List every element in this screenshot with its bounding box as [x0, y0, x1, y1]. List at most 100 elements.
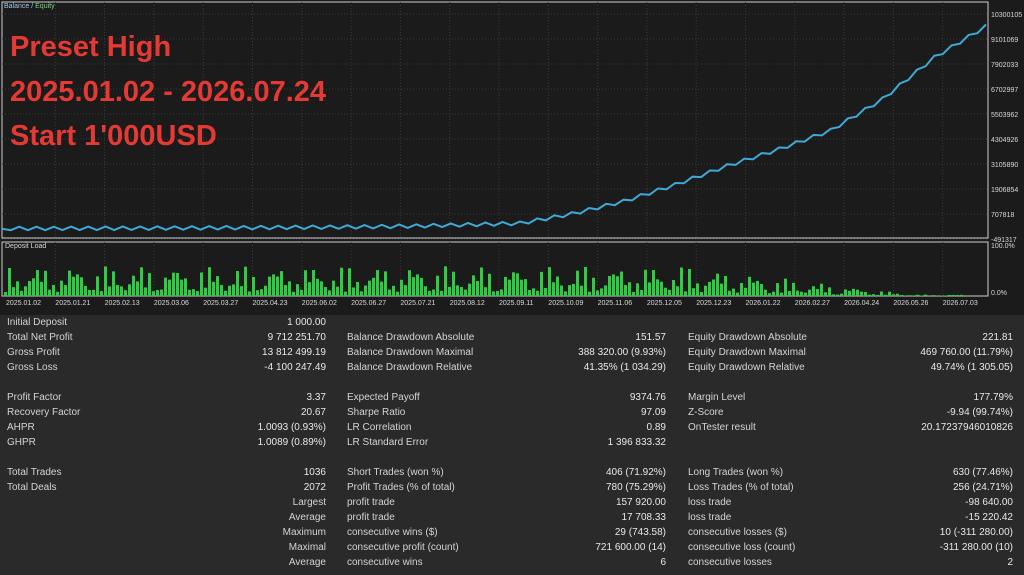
- deposit-load-bar: [116, 284, 119, 296]
- deposit-load-bar: [424, 286, 427, 296]
- deposit-load-bar: [932, 295, 935, 296]
- deposit-load-bar: [448, 286, 451, 296]
- extra-key: Average: [288, 512, 326, 523]
- deposit-load-bar: [912, 295, 915, 296]
- deposit-load-bar: [28, 280, 31, 296]
- deposit-load-bar: [192, 289, 195, 296]
- extra-label: loss trade: [688, 497, 732, 508]
- deposit-load-bar: [760, 284, 763, 296]
- deposit-load-bar: [284, 285, 287, 296]
- stat-label: GHPR: [7, 437, 36, 448]
- extra-value: 29 (743.58): [614, 527, 666, 538]
- deposit-load-bar: [416, 274, 419, 296]
- deposit-load-bar: [288, 281, 291, 296]
- extra-value: -311 280.00 (10): [939, 542, 1013, 553]
- deposit-load-bar: [432, 289, 435, 296]
- deposit-load-bar: [92, 289, 95, 296]
- stat-label: Gross Loss: [7, 362, 58, 373]
- extra-value: 157 920.00: [615, 497, 666, 508]
- deposit-load-bar: [200, 272, 203, 296]
- stat-label: Total Trades: [7, 467, 62, 478]
- deposit-load-bar: [356, 281, 359, 296]
- deposit-load-bar: [60, 280, 63, 296]
- deposit-load-bar: [408, 270, 411, 296]
- deposit-load-bar: [796, 290, 799, 296]
- stats-row-extra: Maximum consecutive wins ($) 29 (743.58) co…: [0, 525, 1024, 540]
- deposit-load-bar: [512, 272, 515, 296]
- deposit-load-bar: [292, 291, 295, 296]
- deposit-load-bar: [616, 276, 619, 296]
- extra-value: 2: [1007, 557, 1013, 568]
- deposit-load-bar: [704, 285, 707, 296]
- stat-label: Balance Drawdown Relative: [347, 362, 473, 373]
- deposit-load-bar: [40, 281, 43, 296]
- deposit-load-bar: [800, 291, 803, 296]
- extra-value: 10 (-311 280.00): [939, 527, 1013, 538]
- deposit-load-bar: [864, 291, 867, 296]
- deposit-load-bar: [504, 276, 507, 296]
- stat-label: Margin Level: [688, 392, 746, 403]
- deposit-load-bar: [776, 283, 779, 296]
- x-tick-label: 2025.04.23: [253, 300, 288, 307]
- deposit-load-bar: [64, 285, 67, 296]
- deposit-load-bar: [956, 295, 959, 296]
- stats-row: Total Trades 1036 Short Trades (won %) 406 …: [0, 465, 1024, 480]
- deposit-load-bar: [580, 285, 583, 296]
- deposit-load-bar: [948, 294, 951, 296]
- deposit-load-bar: [376, 270, 379, 296]
- deposit-load-bar: [824, 292, 827, 296]
- deposit-load-bar: [452, 271, 455, 296]
- stats-row-initial: Initial Deposit 1 000.00: [0, 315, 1024, 330]
- deposit-load-bar: [176, 272, 179, 296]
- deposit-load-bar: [104, 266, 107, 296]
- deposit-load-bar: [392, 285, 395, 296]
- overlay-date-range: 2025.01.02 - 2026.07.24: [10, 76, 327, 108]
- deposit-load-bar: [344, 291, 347, 296]
- deposit-load-bar: [296, 284, 299, 296]
- deposit-load-bar: [916, 294, 919, 296]
- deposit-load-bar: [708, 281, 711, 296]
- deposit-load-bar: [860, 291, 863, 296]
- x-tick-label: 2025.10.09: [548, 300, 583, 307]
- x-tick-label: 2025.11.06: [598, 300, 633, 307]
- stats-row-extra: Average consecutive wins 6 consecutive loss…: [0, 555, 1024, 570]
- deposit-load-bar: [188, 289, 191, 296]
- deposit-load-bar: [132, 275, 135, 296]
- deposit-load-bar: [700, 292, 703, 296]
- deposit-load-bar: [584, 266, 587, 296]
- deposit-load-bar: [252, 277, 255, 296]
- x-tick-label: 2025.03.06: [154, 300, 189, 307]
- deposit-load-bar: [620, 271, 623, 296]
- stat-value: 1036: [303, 467, 326, 478]
- deposit-load-bar: [480, 267, 483, 296]
- deposit-load-bar: [608, 276, 611, 296]
- y-tick-label: 3105890: [991, 162, 1018, 169]
- deposit-y-tick: 0.0%: [991, 290, 1007, 297]
- deposit-load-bar: [372, 277, 375, 296]
- deposit-load-bar: [148, 273, 151, 296]
- overlay-preset: Preset High: [10, 31, 172, 63]
- deposit-load-bar: [652, 270, 655, 296]
- deposit-load-bar: [528, 289, 531, 296]
- deposit-load-bar: [628, 282, 631, 296]
- deposit-load-bar: [560, 285, 563, 296]
- deposit-load-bar: [896, 293, 899, 296]
- deposit-load-bar: [552, 282, 555, 296]
- stat-value: 1 396 833.32: [607, 437, 666, 448]
- deposit-load-bar: [756, 280, 759, 296]
- deposit-load-bar: [768, 293, 771, 296]
- stat-value: 20.17237946010826: [921, 422, 1013, 433]
- stats-row-extra: Largest profit trade 157 920.00 loss trade -…: [0, 495, 1024, 510]
- deposit-load-bar: [516, 273, 519, 296]
- deposit-load-bar: [468, 283, 471, 296]
- deposit-load-bar: [400, 279, 403, 296]
- deposit-load-bar: [856, 289, 859, 296]
- extra-value: 17 708.33: [621, 512, 667, 523]
- deposit-load-bar: [304, 270, 307, 296]
- deposit-load-bar: [440, 290, 443, 296]
- deposit-load-bar: [204, 287, 207, 296]
- initial-deposit-value: 1 000.00: [287, 317, 326, 328]
- x-tick-label: 2026.07.03: [943, 300, 978, 307]
- deposit-load-bar: [592, 277, 595, 296]
- deposit-load-bar: [736, 292, 739, 296]
